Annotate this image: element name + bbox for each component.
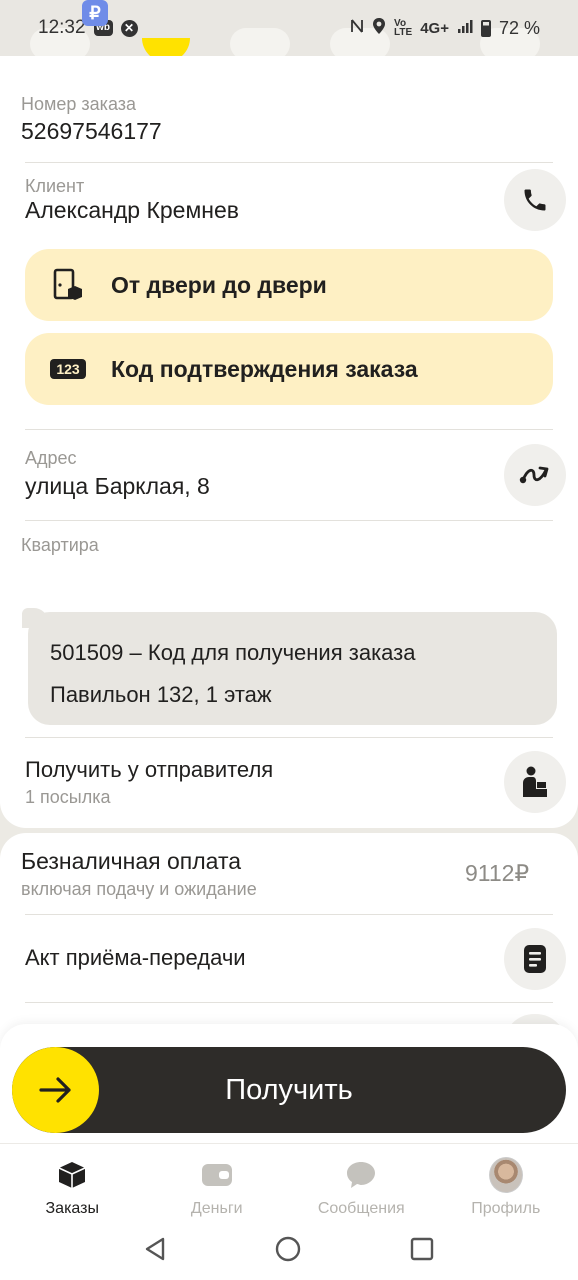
client-label: Клиент — [25, 176, 85, 196]
courier-comment: 501509 – Код для получения заказа Павиль… — [28, 612, 557, 725]
tab-orders[interactable]: Заказы — [0, 1144, 145, 1223]
tab-label: Деньги — [190, 1200, 243, 1217]
nfc-icon — [350, 18, 364, 39]
client-name: Александр Кремнев — [25, 197, 239, 223]
location-icon — [372, 17, 386, 40]
payment-title: Безналичная оплата — [21, 848, 242, 874]
route-icon — [519, 466, 549, 484]
address-value: улица Барклая, 8 — [25, 473, 210, 499]
pickup-button[interactable] — [504, 751, 566, 813]
order-number-value: 52697546177 — [21, 118, 162, 144]
divider — [25, 520, 553, 521]
receive-slider-knob[interactable] — [12, 1047, 99, 1133]
avatar — [488, 1157, 523, 1193]
battery-percent: 72 % — [498, 17, 540, 38]
recents-icon[interactable] — [409, 1236, 435, 1267]
signal-icon — [457, 18, 473, 39]
pickup-title: Получить у отправителя — [25, 757, 274, 782]
door-box-icon — [25, 267, 111, 303]
pickup-subtitle: 1 посылка — [25, 787, 111, 807]
comment-line-1: 501509 – Код для получения заказа — [50, 640, 416, 665]
code-icon-text: 123 — [50, 359, 86, 379]
tab-money[interactable]: Деньги — [145, 1144, 290, 1223]
divider — [25, 429, 553, 430]
payment-subtitle: включая подачу и ожидание — [21, 879, 257, 899]
door-to-door-pill[interactable]: От двери до двери — [25, 249, 553, 321]
chat-icon — [344, 1158, 378, 1192]
tab-label: Профиль — [471, 1200, 541, 1217]
app-notification-icon: ✕ — [120, 19, 138, 37]
document-icon — [524, 945, 546, 973]
route-button[interactable] — [504, 444, 566, 506]
wallet-icon — [200, 1158, 234, 1192]
status-bar: ₽ 12:32 wb ✕ Vo LTE 4G+ 72 % — [0, 0, 578, 56]
status-time: 12:32 — [38, 17, 86, 38]
arrow-right-icon — [38, 1077, 71, 1103]
tab-label: Заказы — [45, 1200, 99, 1217]
tab-profile[interactable]: Профиль — [434, 1144, 578, 1223]
system-navigation-bar — [0, 1223, 578, 1280]
phone-icon — [524, 189, 546, 211]
back-icon[interactable] — [143, 1236, 167, 1267]
battery-icon — [480, 19, 491, 37]
comment-line-2: Павильон 132, 1 этаж — [50, 682, 272, 707]
divider — [25, 737, 553, 738]
box-icon — [55, 1158, 89, 1192]
tab-messages[interactable]: Сообщения — [289, 1144, 434, 1223]
confirmation-code-label: Код подтверждения заказа — [111, 355, 418, 382]
ruble-notification-icon: ₽ — [82, 0, 108, 26]
apartment-label: Квартира — [21, 535, 99, 555]
tab-label: Сообщения — [317, 1200, 405, 1217]
volte-icon: Vo LTE — [394, 18, 413, 38]
confirmation-code-pill[interactable]: 123 Код подтверждения заказа — [25, 333, 553, 405]
act-document-button[interactable] — [504, 928, 566, 990]
code-123-icon: 123 — [25, 359, 111, 379]
divider — [25, 1002, 553, 1003]
divider — [25, 162, 553, 163]
person-parcel-icon — [523, 766, 547, 797]
act-title[interactable]: Акт приёма-передачи — [25, 945, 246, 971]
address-label: Адрес — [25, 448, 77, 468]
divider — [25, 914, 553, 915]
status-right: Vo LTE 4G+ 72 % — [350, 17, 540, 40]
receive-label: Получить — [225, 1074, 353, 1106]
order-number-label: Номер заказа — [21, 94, 137, 114]
network-type: 4G+ — [420, 19, 449, 37]
door-to-door-label: От двери до двери — [111, 271, 327, 298]
bottom-tab-bar: Заказы Деньги Сообщения Профиль — [0, 1143, 578, 1223]
call-client-button[interactable] — [504, 169, 566, 231]
payment-price: 9112₽ — [465, 860, 530, 886]
home-icon[interactable] — [274, 1235, 302, 1268]
